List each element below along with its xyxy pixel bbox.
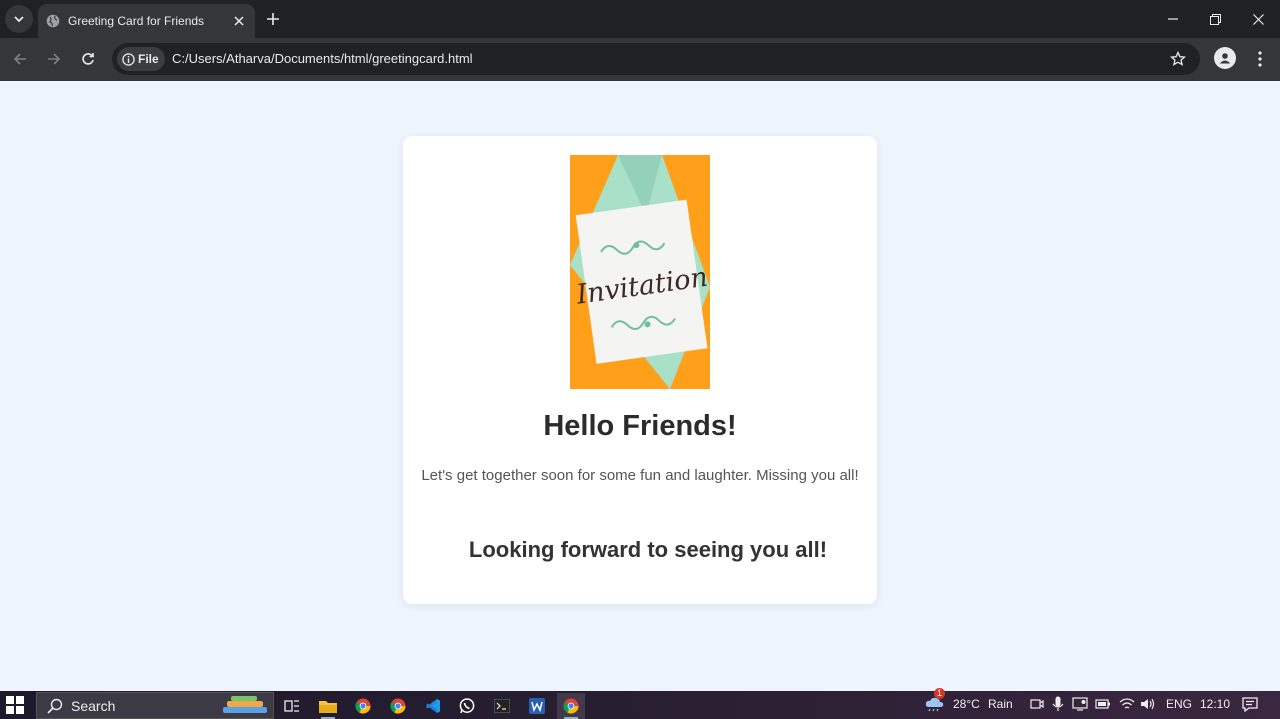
globe-icon [46, 14, 60, 28]
weather-widget[interactable] [924, 696, 946, 712]
notification-icon [1242, 696, 1258, 712]
chip-label: File [138, 52, 159, 66]
taskbar-search[interactable]: Search [36, 692, 274, 719]
forward-button[interactable] [42, 47, 66, 71]
file-explorer-button[interactable] [314, 693, 342, 719]
browser-tab[interactable]: Greeting Card for Friends [38, 4, 255, 38]
chrome-button[interactable] [349, 693, 377, 719]
reload-icon [82, 53, 94, 65]
screen-share-tray-button[interactable] [1072, 696, 1088, 712]
word-button[interactable] [523, 693, 551, 719]
notifications-button[interactable] [1241, 696, 1259, 712]
word-icon [529, 698, 545, 714]
rain-cloud-icon [925, 697, 944, 712]
minimize-icon [1167, 18, 1178, 20]
camera-tray-button[interactable] [1029, 696, 1045, 712]
browser-menu-button[interactable] [1250, 47, 1270, 71]
folder-icon [319, 701, 337, 713]
minimize-button[interactable] [1151, 0, 1194, 38]
tab-title: Greeting Card for Friends [68, 14, 205, 28]
greeting-card: Invitation Hello Friends! Let's get toge… [403, 136, 877, 604]
network-tray-button[interactable] [1119, 696, 1135, 712]
browser-toolbar: File C:/Users/Atharva/Documents/html/gre… [0, 38, 1280, 81]
task-view-icon [284, 700, 299, 712]
browser-tab-bar: Greeting Card for Friends [0, 0, 1280, 38]
books-icon [223, 695, 267, 713]
language-indicator[interactable]: ENG [1166, 697, 1192, 711]
windows-start-icon[interactable] [6, 696, 24, 714]
site-info-chip[interactable]: File [117, 47, 165, 71]
close-window-button[interactable] [1237, 0, 1280, 38]
vscode-icon [426, 699, 440, 713]
terminal-icon [494, 699, 510, 713]
chrome-icon [355, 698, 371, 714]
close-icon [1253, 13, 1264, 25]
tab-search-button[interactable] [5, 5, 33, 33]
weather-alert-badge: 1 [934, 688, 946, 699]
chrome-active-button[interactable] [557, 693, 585, 719]
microphone-tray-button[interactable] [1050, 696, 1066, 712]
wifi-icon [1119, 698, 1135, 709]
new-tab-button[interactable] [262, 8, 284, 30]
whatsapp-icon [459, 698, 475, 714]
chrome-profile-button[interactable] [384, 693, 412, 719]
restore-button[interactable] [1194, 0, 1237, 38]
plus-icon [267, 13, 279, 25]
whatsapp-button[interactable] [453, 693, 481, 719]
info-icon [122, 52, 135, 66]
chrome-icon [563, 698, 579, 714]
speaker-icon [1141, 698, 1155, 710]
clock[interactable]: 12:10 [1200, 697, 1230, 711]
camera-icon [1030, 699, 1044, 709]
invitation-image: Invitation [570, 155, 710, 389]
restore-icon [1210, 13, 1221, 25]
screen-share-icon [1072, 697, 1088, 711]
arrow-left-icon [13, 53, 26, 65]
person-icon [1219, 53, 1231, 64]
bookmark-button[interactable] [1168, 49, 1188, 69]
volume-tray-button[interactable] [1140, 696, 1156, 712]
vscode-button[interactable] [419, 693, 447, 719]
card-closing: Looking forward to seeing you all! [468, 537, 828, 562]
star-icon [1170, 51, 1186, 66]
microphone-icon [1052, 696, 1064, 711]
back-button[interactable] [8, 47, 32, 71]
temperature[interactable]: 28°C [953, 697, 980, 711]
task-view-button[interactable] [278, 693, 306, 719]
search-icon [47, 698, 63, 714]
battery-tray-button[interactable] [1095, 696, 1111, 712]
card-message: Let's get together soon for some fun and… [421, 467, 859, 484]
arrow-right-icon [48, 53, 61, 65]
page-viewport: Invitation Hello Friends! Let's get toge… [0, 81, 1280, 691]
card-title: Hello Friends! [543, 410, 737, 442]
tab-close-button[interactable] [229, 11, 249, 31]
chevron-down-icon [14, 16, 24, 23]
profile-button[interactable] [1214, 47, 1236, 69]
taskbar: Search 1 28°C Rain ENG 12:10 [0, 688, 1280, 719]
url-text[interactable]: C:/Users/Atharva/Documents/html/greeting… [172, 51, 473, 66]
battery-icon [1095, 699, 1110, 709]
chrome-icon [390, 698, 406, 714]
more-vertical-icon [1258, 51, 1262, 67]
close-icon [234, 16, 244, 26]
address-bar[interactable]: File C:/Users/Atharva/Documents/html/gre… [112, 43, 1200, 75]
weather-condition[interactable]: Rain [988, 697, 1013, 711]
reload-button[interactable] [76, 47, 100, 71]
search-label: Search [71, 697, 116, 714]
terminal-button[interactable] [488, 693, 516, 719]
